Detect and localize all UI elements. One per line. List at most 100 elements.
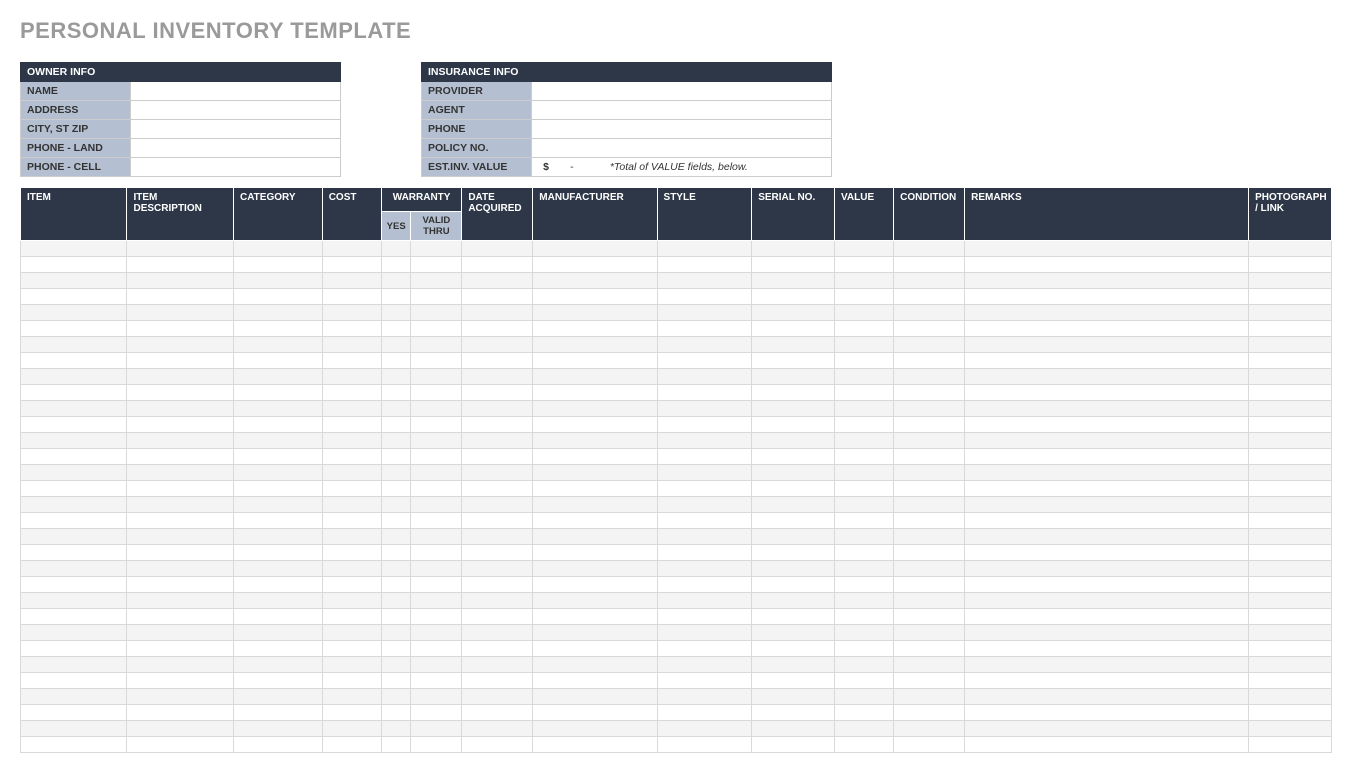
table-cell[interactable] xyxy=(533,449,657,465)
table-cell[interactable] xyxy=(127,401,233,417)
table-cell[interactable] xyxy=(322,529,381,545)
table-cell[interactable] xyxy=(21,641,127,657)
table-cell[interactable] xyxy=(1249,545,1332,561)
table-cell[interactable] xyxy=(752,353,835,369)
table-cell[interactable] xyxy=(411,577,462,593)
table-cell[interactable] xyxy=(1249,625,1332,641)
table-cell[interactable] xyxy=(657,321,752,337)
table-cell[interactable] xyxy=(127,449,233,465)
table-cell[interactable] xyxy=(21,609,127,625)
table-cell[interactable] xyxy=(21,353,127,369)
table-cell[interactable] xyxy=(657,337,752,353)
table-cell[interactable] xyxy=(462,401,533,417)
table-cell[interactable] xyxy=(657,289,752,305)
table-cell[interactable] xyxy=(1249,609,1332,625)
table-cell[interactable] xyxy=(462,273,533,289)
insurance-value[interactable] xyxy=(532,120,832,139)
table-cell[interactable] xyxy=(657,625,752,641)
table-cell[interactable] xyxy=(21,657,127,673)
table-cell[interactable] xyxy=(965,241,1249,257)
table-cell[interactable] xyxy=(835,465,894,481)
table-cell[interactable] xyxy=(127,513,233,529)
table-cell[interactable] xyxy=(657,385,752,401)
table-cell[interactable] xyxy=(381,593,411,609)
table-cell[interactable] xyxy=(127,657,233,673)
table-cell[interactable] xyxy=(752,273,835,289)
table-cell[interactable] xyxy=(233,241,322,257)
table-cell[interactable] xyxy=(1249,353,1332,369)
table-cell[interactable] xyxy=(1249,641,1332,657)
table-cell[interactable] xyxy=(322,273,381,289)
table-cell[interactable] xyxy=(381,289,411,305)
table-cell[interactable] xyxy=(965,545,1249,561)
table-cell[interactable] xyxy=(127,545,233,561)
table-cell[interactable] xyxy=(965,273,1249,289)
table-cell[interactable] xyxy=(965,449,1249,465)
table-cell[interactable] xyxy=(1249,337,1332,353)
table-cell[interactable] xyxy=(657,561,752,577)
table-cell[interactable] xyxy=(233,353,322,369)
table-cell[interactable] xyxy=(1249,705,1332,721)
table-cell[interactable] xyxy=(894,497,965,513)
table-cell[interactable] xyxy=(462,737,533,753)
table-cell[interactable] xyxy=(127,673,233,689)
table-cell[interactable] xyxy=(322,385,381,401)
table-cell[interactable] xyxy=(21,497,127,513)
table-cell[interactable] xyxy=(1249,593,1332,609)
table-cell[interactable] xyxy=(21,273,127,289)
table-cell[interactable] xyxy=(894,369,965,385)
table-cell[interactable] xyxy=(657,305,752,321)
table-cell[interactable] xyxy=(835,529,894,545)
table-cell[interactable] xyxy=(127,689,233,705)
table-cell[interactable] xyxy=(21,257,127,273)
table-cell[interactable] xyxy=(894,337,965,353)
table-cell[interactable] xyxy=(1249,497,1332,513)
table-cell[interactable] xyxy=(127,273,233,289)
table-cell[interactable] xyxy=(127,385,233,401)
table-cell[interactable] xyxy=(533,561,657,577)
table-cell[interactable] xyxy=(752,561,835,577)
owner-value[interactable] xyxy=(131,101,341,120)
table-cell[interactable] xyxy=(835,433,894,449)
table-cell[interactable] xyxy=(381,577,411,593)
table-cell[interactable] xyxy=(127,625,233,641)
table-cell[interactable] xyxy=(894,593,965,609)
table-cell[interactable] xyxy=(752,657,835,673)
table-cell[interactable] xyxy=(657,417,752,433)
table-cell[interactable] xyxy=(965,593,1249,609)
table-cell[interactable] xyxy=(533,481,657,497)
table-cell[interactable] xyxy=(127,593,233,609)
table-cell[interactable] xyxy=(322,641,381,657)
table-cell[interactable] xyxy=(411,385,462,401)
table-cell[interactable] xyxy=(1249,257,1332,273)
table-cell[interactable] xyxy=(411,417,462,433)
table-cell[interactable] xyxy=(233,257,322,273)
table-cell[interactable] xyxy=(381,449,411,465)
table-cell[interactable] xyxy=(965,561,1249,577)
table-cell[interactable] xyxy=(322,513,381,529)
table-cell[interactable] xyxy=(894,305,965,321)
table-cell[interactable] xyxy=(835,705,894,721)
table-cell[interactable] xyxy=(657,577,752,593)
table-cell[interactable] xyxy=(233,705,322,721)
table-cell[interactable] xyxy=(462,721,533,737)
table-cell[interactable] xyxy=(127,417,233,433)
table-cell[interactable] xyxy=(322,737,381,753)
table-cell[interactable] xyxy=(21,705,127,721)
table-cell[interactable] xyxy=(233,481,322,497)
table-cell[interactable] xyxy=(1249,721,1332,737)
table-cell[interactable] xyxy=(233,721,322,737)
table-cell[interactable] xyxy=(835,273,894,289)
table-cell[interactable] xyxy=(322,257,381,273)
table-cell[interactable] xyxy=(322,545,381,561)
table-cell[interactable] xyxy=(657,401,752,417)
table-cell[interactable] xyxy=(835,385,894,401)
table-cell[interactable] xyxy=(752,305,835,321)
table-cell[interactable] xyxy=(21,241,127,257)
table-cell[interactable] xyxy=(127,529,233,545)
table-cell[interactable] xyxy=(462,321,533,337)
table-cell[interactable] xyxy=(21,337,127,353)
table-cell[interactable] xyxy=(322,449,381,465)
table-cell[interactable] xyxy=(965,721,1249,737)
table-cell[interactable] xyxy=(322,417,381,433)
